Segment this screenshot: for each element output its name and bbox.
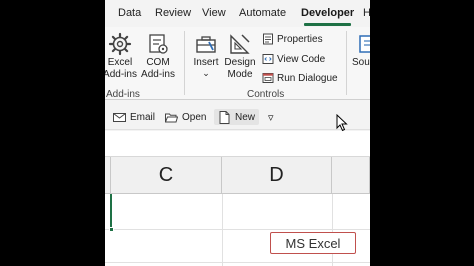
email-label: Email [130,111,156,123]
excel-addins-label-2: Add-ins [105,69,137,80]
run-dialogue-button[interactable]: Run Dialogue [261,70,338,86]
formula-bar[interactable] [105,131,370,157]
design-mode-label-1: Design [224,57,256,68]
group-divider [184,31,185,95]
properties-button[interactable]: Properties [261,31,323,47]
properties-label: Properties [277,33,323,45]
view-code-icon [261,53,274,66]
column-header-c[interactable]: C [111,157,222,194]
quick-access-toolbar: Email Open New ▿ [105,104,370,130]
email-button[interactable]: Email [113,109,155,125]
open-label: Open [182,111,207,123]
source-button[interactable]: Sou [352,31,370,69]
excel-addins-label-1: Excel [107,57,133,68]
row-gridline [105,229,370,230]
worksheet-grid[interactable] [105,194,370,266]
insert-dropdown-caret: ⌄ [202,68,210,78]
row-gridline [105,262,370,263]
email-icon [113,111,126,124]
excel-window: Data Review View Automate Developer H Ex… [105,0,370,266]
com-addins-label-2: Add-ins [141,69,175,80]
properties-icon [261,33,274,46]
column-gridline [332,194,333,266]
column-header-next[interactable] [332,157,370,194]
source-icon [352,31,370,57]
design-mode-icon [226,31,254,57]
group-divider [346,31,347,95]
new-button[interactable]: New [214,109,260,125]
view-code-label: View Code [277,53,326,65]
ribbon-tabs: Data Review View Automate Developer H [105,0,370,27]
tab-view[interactable]: View [202,7,226,19]
tab-data[interactable]: Data [118,7,141,19]
controls-group-label: Controls [247,89,285,100]
column-header-d[interactable]: D [222,157,332,194]
source-label-partial: Sou [352,57,370,68]
new-document-icon [218,110,231,124]
view-code-button[interactable]: View Code [261,51,325,67]
ribbon-developer: Excel Add-ins COM Add-ins Add-ins Insert… [105,27,370,100]
fill-handle[interactable] [109,227,114,232]
toolbox-icon [192,31,220,57]
column-gridline [222,194,223,266]
com-addins-button[interactable]: COM Add-ins [141,31,175,81]
folder-open-icon [165,111,178,124]
run-dialogue-label: Run Dialogue [277,72,338,84]
com-addins-icon [144,31,172,57]
new-label: New [235,111,256,123]
open-button[interactable]: Open [165,109,206,125]
tab-review[interactable]: Review [155,7,191,19]
selected-cell-border [110,194,112,229]
active-tab-indicator [304,23,351,26]
insert-control-button[interactable]: Insert ⌄ [191,31,221,78]
run-dialogue-icon [261,72,274,85]
gear-icon [106,31,134,57]
excel-addins-button[interactable]: Excel Add-ins [105,31,137,81]
tab-automate[interactable]: Automate [239,7,286,19]
com-addins-label-1: COM [146,57,170,68]
customize-toolbar-dropdown[interactable]: ▿ [268,109,274,125]
tab-developer[interactable]: Developer [301,7,354,19]
design-mode-label-2: Mode [227,69,253,80]
design-mode-button[interactable]: Design Mode [224,31,256,81]
addins-group-label: Add-ins [106,89,140,100]
ms-excel-caption: MS Excel [270,232,356,254]
tab-next-partial[interactable]: H [363,7,370,19]
mouse-pointer-icon [336,114,348,132]
